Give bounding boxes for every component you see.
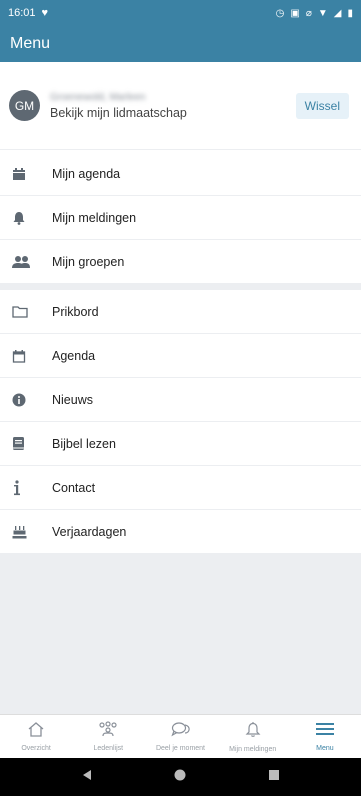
members-icon (98, 721, 118, 742)
menu-icon (315, 721, 335, 742)
page-title: Menu (10, 35, 51, 52)
bell-outline-icon (245, 721, 261, 743)
menu-item-mijn-meldingen[interactable]: Mijn meldingen (0, 196, 361, 240)
menu-item-label: Contact (52, 480, 96, 495)
menu-item-mijn-agenda[interactable]: Mijn agenda (0, 152, 361, 196)
menu-item-contact[interactable]: Contact (0, 466, 361, 510)
mute-icon: ⌀ (305, 7, 312, 19)
menu-item-bijbel-lezen[interactable]: Bijbel lezen (0, 422, 361, 466)
calendar-outline-icon (12, 349, 42, 363)
menu-item-label: Bijbel lezen (52, 436, 116, 451)
chat-icon (170, 721, 191, 742)
bell-icon (12, 211, 42, 225)
app-bar: Menu (0, 26, 361, 62)
avatar: GM (9, 90, 40, 121)
nfc-icon: ▣ (290, 7, 300, 19)
profile-name: Groenewold, Marleen (50, 91, 146, 103)
menu-item-prikbord[interactable]: Prikbord (0, 290, 361, 334)
nav-ledenlijst[interactable]: Ledenlijst (72, 715, 144, 758)
recents-icon[interactable] (268, 768, 280, 786)
cake-icon (12, 525, 42, 539)
status-time: 16:01 (8, 7, 36, 19)
menu-item-label: Agenda (52, 348, 96, 363)
menu-item-label: Prikbord (52, 304, 99, 319)
menu-item-verjaardagen[interactable]: Verjaardagen (0, 510, 361, 554)
menu-item-label: Mijn agenda (52, 166, 121, 181)
nav-deel-je-moment[interactable]: Deel je moment (144, 715, 216, 758)
battery-icon: ▮ (347, 7, 353, 19)
alarm-icon: ◷ (275, 7, 285, 19)
signal-icon: ◢ (333, 7, 342, 19)
nav-label: Mijn meldingen (229, 745, 277, 753)
system-navigation-bar (0, 758, 361, 796)
menu-item-label: Mijn meldingen (52, 210, 137, 225)
users-icon (12, 255, 42, 269)
status-icons: ◷ ▣ ⌀ ▼ ◢ ▮ (276, 8, 353, 19)
info-i-icon (12, 479, 42, 496)
wifi-icon: ▼ (317, 7, 328, 19)
profile-row[interactable]: GM Groenewold, Marleen Bekijk mijn lidma… (0, 62, 361, 150)
menu-item-label: Verjaardagen (52, 524, 127, 539)
home-icon (27, 721, 45, 742)
membership-link[interactable]: Bekijk mijn lidmaatschap (50, 106, 296, 120)
main-menu: Prikbord Agenda Nieuws Bijbel lezen Cont… (0, 290, 361, 554)
heart-icon: ♥ (41, 7, 49, 19)
nav-label: Overzicht (21, 745, 51, 752)
nav-mijn-meldingen[interactable]: Mijn meldingen (217, 715, 289, 758)
home-circle-icon[interactable] (174, 768, 186, 786)
bottom-navigation: Overzicht Ledenlijst Deel je moment Mijn… (0, 714, 361, 758)
info-icon (12, 393, 42, 407)
personal-menu: Mijn agenda Mijn meldingen Mijn groepen (0, 152, 361, 284)
nav-overzicht[interactable]: Overzicht (0, 715, 72, 758)
menu-item-nieuws[interactable]: Nieuws (0, 378, 361, 422)
nav-label: Ledenlijst (93, 745, 124, 752)
switch-button[interactable]: Wissel (295, 92, 349, 119)
menu-item-agenda[interactable]: Agenda (0, 334, 361, 378)
menu-item-mijn-groepen[interactable]: Mijn groepen (0, 240, 361, 284)
menu-item-label: Nieuws (52, 392, 93, 407)
nav-menu[interactable]: Menu (289, 715, 361, 758)
calendar-icon (12, 167, 42, 181)
menu-item-label: Mijn groepen (52, 254, 125, 269)
book-icon (12, 436, 42, 451)
back-icon[interactable] (81, 768, 93, 786)
nav-label: Menu (316, 745, 334, 752)
nav-label: Deel je moment (155, 745, 206, 752)
folder-icon (12, 305, 42, 318)
status-bar: 16:01 ♥ ◷ ▣ ⌀ ▼ ◢ ▮ (0, 0, 361, 26)
